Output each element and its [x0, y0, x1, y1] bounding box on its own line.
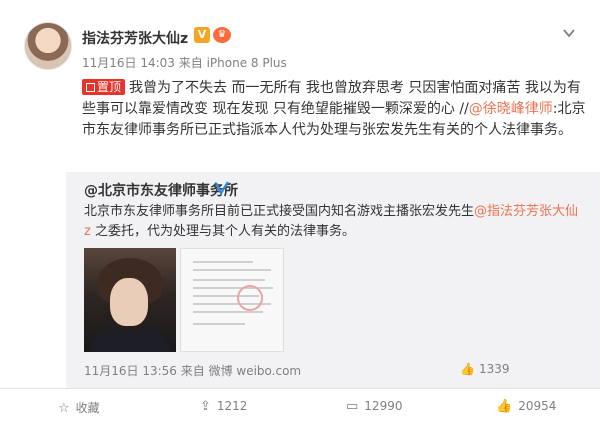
avatar[interactable]	[24, 22, 72, 70]
repost-like-count: 1339	[478, 362, 510, 376]
crown-icon: ♛	[213, 27, 231, 43]
pinned-badge: 置顶	[82, 79, 126, 95]
repost-timestamp[interactable]: 11月16日 13:56	[84, 364, 177, 378]
document-photo[interactable]	[180, 248, 284, 352]
pin-icon	[86, 83, 95, 92]
post-text: 置顶 我曾为了不失去 而一无所有 我也曾放弃思考 只因害怕面对痛苦 我以为有些事可…	[82, 78, 588, 141]
comment-count: 12990	[364, 399, 403, 413]
weibo-post: 指法芬芳张大仙z V ♛ 11月16日 14:03 来自 iPhone 8 Pl…	[0, 0, 600, 423]
repost-text-before: 北京市东友律师事务所目前已正式接受国内知名游戏主播张宏发先生	[84, 204, 475, 219]
portrait-photo[interactable]	[84, 248, 176, 352]
post-source: 来自 iPhone 8 Plus	[178, 56, 287, 70]
share-icon: ⇪	[200, 399, 211, 414]
author-name[interactable]: 指法芬芳张大仙z	[82, 28, 188, 48]
verified-badge-icon	[214, 181, 230, 196]
pinned-label: 置顶	[97, 80, 122, 94]
share-button[interactable]: ⇪ 1212	[200, 399, 247, 414]
like-button[interactable]: 👍 20954	[496, 399, 556, 414]
repost-source: 来自 微博 weibo.com	[180, 364, 302, 378]
post-text-separator: //	[459, 101, 469, 117]
post-meta: 11月16日 14:03 来自 iPhone 8 Plus	[82, 54, 287, 71]
verified-badge-icon: V	[194, 27, 210, 43]
like-count: 20954	[518, 399, 557, 413]
favorite-label: 收藏	[75, 401, 100, 415]
thumbs-up-icon: 👍	[496, 399, 513, 414]
mention-link[interactable]: @徐晓峰律师	[469, 101, 553, 117]
favorite-button[interactable]: ☆ 收藏	[58, 399, 100, 416]
share-count: 1212	[216, 399, 248, 413]
star-icon: ☆	[58, 401, 70, 416]
chevron-down-icon[interactable]	[562, 26, 576, 40]
thumbs-up-icon: 👍	[460, 362, 475, 376]
repost-text: 北京市东友律师事务所目前已正式接受国内知名游戏主播张宏发先生@指法芬芳张大仙z …	[84, 202, 584, 242]
comment-button[interactable]: ▭ 12990	[346, 399, 402, 414]
repost-text-after: 之委托，代为处理与其个人有关的法律事务。	[90, 224, 355, 239]
comment-icon: ▭	[346, 399, 359, 414]
repost-card[interactable]: @北京市东友律师事务所 北京市东友律师事务所目前已正式接受国内知名游戏主播张宏发…	[66, 172, 600, 388]
action-bar: ☆ 收藏 ⇪ 1212 ▭ 12990 👍 20954	[0, 388, 600, 423]
repost-like-button[interactable]: 👍 1339	[460, 362, 510, 376]
repost-meta: 11月16日 13:56 来自 微博 weibo.com	[84, 362, 301, 379]
post-timestamp[interactable]: 11月16日 14:03	[82, 56, 175, 70]
